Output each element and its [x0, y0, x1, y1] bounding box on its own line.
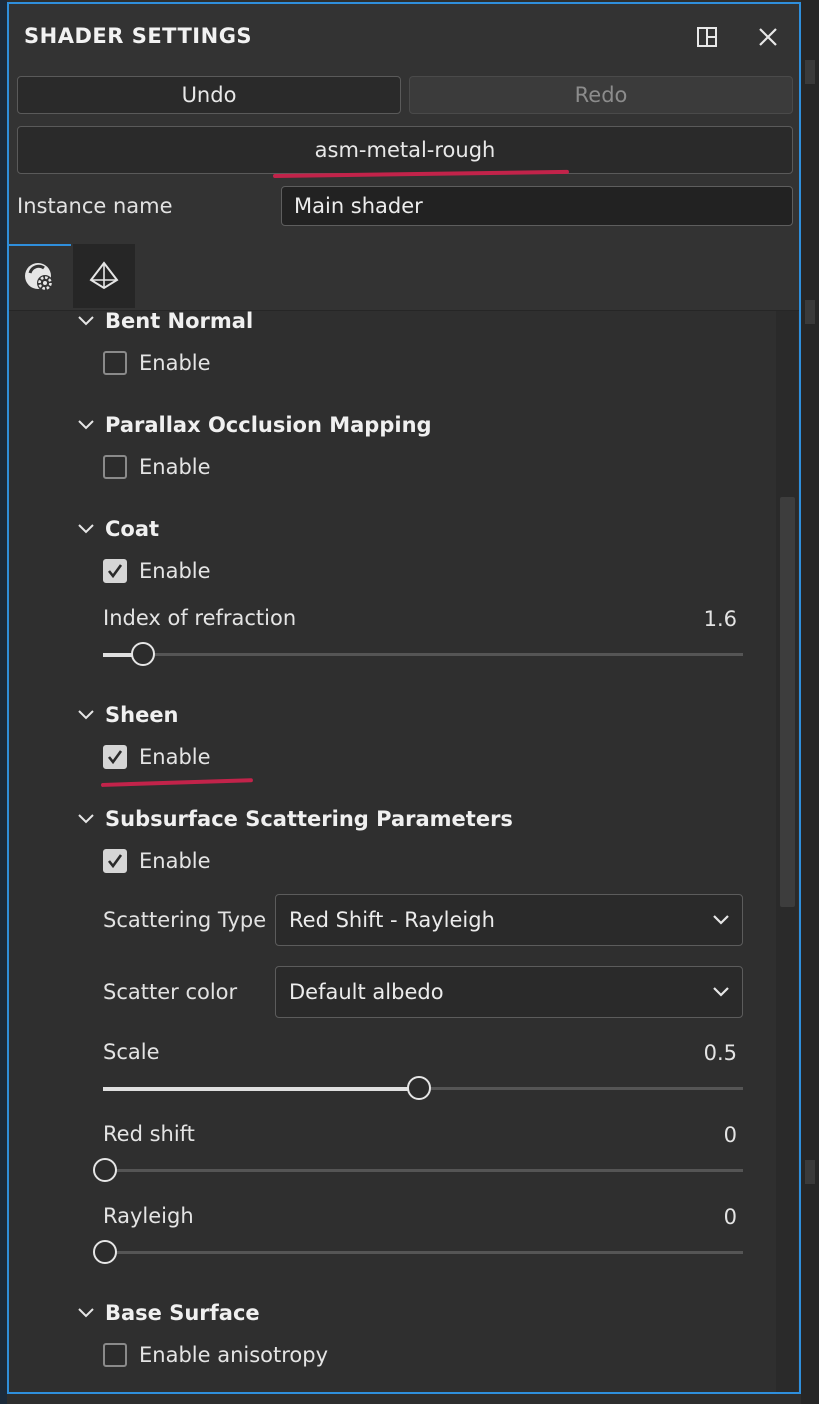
- chevron-down-icon: [713, 915, 729, 925]
- rayleigh-value: 0: [723, 1205, 737, 1229]
- checkbox-label: Enable: [139, 351, 211, 375]
- chevron-down-icon: [78, 1308, 94, 1318]
- checkmark-icon: [107, 564, 123, 579]
- instance-name-label: Instance name: [17, 194, 173, 218]
- slider-fill: [103, 1086, 417, 1091]
- red-shift-label: Red shift: [103, 1122, 195, 1146]
- section-title: Sheen: [105, 703, 179, 727]
- shader-settings-panel: SHADER SETTINGS Undo Redo asm-metal-roug…: [7, 2, 801, 1394]
- slider-knob[interactable]: [93, 1240, 117, 1264]
- checkmark-icon: [107, 854, 123, 869]
- title-bar: SHADER SETTINGS: [9, 4, 799, 68]
- dropdown-value: Default albedo: [289, 980, 444, 1004]
- scale-label: Scale: [103, 1040, 160, 1064]
- redo-button[interactable]: Redo: [409, 76, 793, 114]
- tab-shader-settings[interactable]: [9, 244, 71, 310]
- annotation-underline-sheen: [100, 778, 253, 787]
- tab-geometry[interactable]: [73, 244, 135, 308]
- coat-ior-label: Index of refraction: [103, 606, 297, 630]
- shader-selector-button[interactable]: asm-metal-rough: [17, 126, 793, 174]
- section-sheen[interactable]: Sheen: [75, 700, 179, 730]
- scattering-type-dropdown[interactable]: Red Shift - Rayleigh: [275, 894, 743, 946]
- rayleigh-slider[interactable]: [93, 1240, 743, 1264]
- section-parallax-occlusion-mapping[interactable]: Parallax Occlusion Mapping: [75, 410, 432, 440]
- chevron-down-icon: [78, 524, 94, 534]
- scale-value: 0.5: [703, 1041, 737, 1065]
- checkbox-label: Enable anisotropy: [139, 1343, 329, 1367]
- section-subsurface-scattering[interactable]: Subsurface Scattering Parameters: [75, 804, 513, 834]
- checkbox-box[interactable]: [103, 559, 127, 583]
- section-title: Bent Normal: [105, 311, 254, 333]
- background-window-edge: [0, 0, 7, 1404]
- chevron-down-icon: [78, 814, 94, 824]
- red-shift-value: 0: [723, 1123, 737, 1147]
- dropdown-value: Red Shift - Rayleigh: [289, 908, 495, 932]
- section-base-surface[interactable]: Base Surface: [75, 1298, 260, 1328]
- checkbox-box[interactable]: [103, 745, 127, 769]
- section-title: Subsurface Scattering Parameters: [105, 807, 513, 831]
- panel-title: SHADER SETTINGS: [24, 24, 253, 48]
- tab-bar: [9, 242, 799, 311]
- bent-normal-enable-checkbox[interactable]: Enable: [103, 349, 211, 377]
- coat-enable-checkbox[interactable]: Enable: [103, 557, 211, 585]
- section-title: Base Surface: [105, 1301, 260, 1325]
- slider-knob[interactable]: [131, 642, 155, 666]
- panel-layout-icon[interactable]: [692, 22, 722, 52]
- scatter-color-dropdown[interactable]: Default albedo: [275, 966, 743, 1018]
- checkbox-box[interactable]: [103, 849, 127, 873]
- sss-enable-checkbox[interactable]: Enable: [103, 847, 211, 875]
- chevron-down-icon: [78, 710, 94, 720]
- section-bent-normal[interactable]: Bent Normal: [75, 311, 253, 336]
- checkbox-box[interactable]: [103, 1343, 127, 1367]
- undo-button[interactable]: Undo: [17, 76, 401, 114]
- slider-knob[interactable]: [93, 1158, 117, 1182]
- app-root: SHADER SETTINGS Undo Redo asm-metal-roug…: [0, 0, 819, 1404]
- slider-knob[interactable]: [407, 1076, 431, 1100]
- sheen-enable-checkbox[interactable]: Enable: [103, 743, 211, 771]
- background-window-right: [801, 0, 819, 1404]
- red-shift-slider[interactable]: [93, 1158, 743, 1182]
- checkbox-label: Enable: [139, 849, 211, 873]
- checkbox-box[interactable]: [103, 351, 127, 375]
- geometry-icon: [89, 261, 119, 290]
- section-title: Coat: [105, 517, 160, 541]
- checkbox-box[interactable]: [103, 455, 127, 479]
- anisotropy-enable-checkbox[interactable]: Enable anisotropy: [103, 1341, 328, 1369]
- checkbox-label: Enable: [139, 745, 211, 769]
- coat-ior-slider[interactable]: [103, 642, 743, 666]
- chevron-down-icon: [78, 420, 94, 430]
- pom-enable-checkbox[interactable]: Enable: [103, 453, 211, 481]
- scrollbar-thumb[interactable]: [780, 497, 795, 907]
- close-icon[interactable]: [753, 22, 783, 52]
- shader-settings-icon: [25, 263, 53, 291]
- chevron-down-icon: [713, 987, 729, 997]
- instance-name-field[interactable]: Main shader: [281, 186, 793, 226]
- checkmark-icon: [107, 750, 123, 765]
- scatter-color-label: Scatter color: [103, 980, 238, 1004]
- coat-ior-value: 1.6: [703, 607, 737, 631]
- section-title: Parallax Occlusion Mapping: [105, 413, 432, 437]
- checkbox-label: Enable: [139, 455, 211, 479]
- shader-parameters-list[interactable]: Bent Normal Enable Parallax Occlusion Ma…: [9, 311, 799, 1392]
- scale-slider[interactable]: [103, 1076, 743, 1100]
- section-coat[interactable]: Coat: [75, 514, 159, 544]
- scattering-type-label: Scattering Type: [103, 908, 267, 932]
- chevron-down-icon: [78, 316, 94, 326]
- checkbox-label: Enable: [139, 559, 211, 583]
- rayleigh-label: Rayleigh: [103, 1204, 194, 1228]
